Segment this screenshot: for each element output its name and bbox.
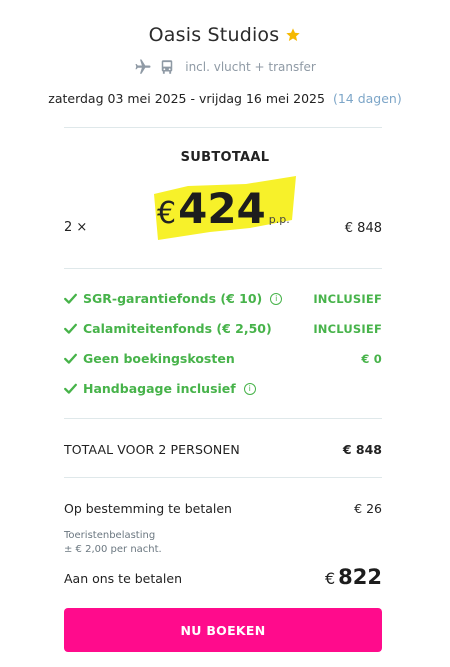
destination-payment-label: Op bestemming te betalen: [64, 501, 232, 516]
book-now-button[interactable]: NU BOEKEN: [64, 608, 382, 652]
date-range: zaterdag 03 mei 2025 - vrijdag 16 mei 20…: [48, 91, 325, 106]
info-icon[interactable]: i: [243, 382, 256, 395]
inclusion-item: SGR-garantiefonds (€ 10) i INCLUSIEF: [64, 291, 382, 306]
tax-note-title: Toeristenbelasting: [64, 530, 156, 541]
check-icon: [64, 383, 77, 394]
inclusion-label: Handbagage inclusief: [83, 381, 236, 396]
pay-amount: 822: [338, 565, 382, 589]
title-row: Oasis Studios: [0, 24, 450, 46]
subtotal-label: SUBTOTAAL: [180, 150, 270, 165]
pay-currency: €: [324, 569, 336, 588]
check-icon: [64, 353, 77, 364]
price-value: 424: [178, 184, 266, 233]
divider: [64, 477, 382, 478]
divider: [64, 127, 382, 128]
subtotal-line-total: € 848: [344, 221, 382, 236]
hotel-name[interactable]: Oasis Studios: [149, 24, 280, 46]
price-currency: €: [157, 196, 177, 231]
pay-now-label: Aan ons te betalen: [64, 571, 182, 586]
inclusion-value: INCLUSIEF: [313, 291, 382, 306]
inclusion-label: SGR-garantiefonds (€ 10): [83, 291, 263, 306]
per-person-suffix: p.p.: [268, 213, 290, 226]
trip-duration: (14 dagen): [332, 91, 402, 106]
inclusion-value: INCLUSIEF: [313, 321, 382, 336]
inclusion-item: Calamiteitenfonds (€ 2,50) INCLUSIEF: [64, 321, 382, 336]
tax-note-rate: ± € 2,00 per nacht.: [64, 544, 162, 555]
divider: [64, 418, 382, 419]
plane-icon: [135, 59, 151, 74]
star-icon: [286, 28, 301, 41]
travel-dates: zaterdag 03 mei 2025 - vrijdag 16 mei 20…: [0, 91, 450, 106]
transport-text: incl. vlucht + transfer: [185, 60, 316, 74]
quantity: 2 ×: [64, 220, 88, 235]
transport-row: incl. vlucht + transfer: [0, 58, 450, 76]
inclusion-item: Geen boekingskosten € 0: [64, 351, 382, 366]
inclusion-label: Geen boekingskosten: [83, 351, 235, 366]
bus-icon: [161, 60, 173, 74]
price-per-person: € 424 p.p.: [157, 184, 290, 233]
info-icon[interactable]: i: [270, 292, 283, 305]
total-label: TOTAAL VOOR 2 PERSONEN: [64, 442, 240, 457]
inclusion-label: Calamiteitenfonds (€ 2,50): [83, 321, 272, 336]
total-value: € 848: [342, 442, 382, 457]
inclusion-item: Handbagage inclusief i: [64, 381, 382, 396]
check-icon: [64, 293, 77, 304]
pay-now-amount: € 822: [325, 565, 382, 589]
divider: [64, 268, 382, 269]
destination-payment-value: € 26: [354, 501, 382, 516]
tourist-tax-note: Toeristenbelasting ± € 2,00 per nacht.: [64, 529, 162, 557]
check-icon: [64, 323, 77, 334]
inclusion-value: € 0: [361, 351, 382, 366]
